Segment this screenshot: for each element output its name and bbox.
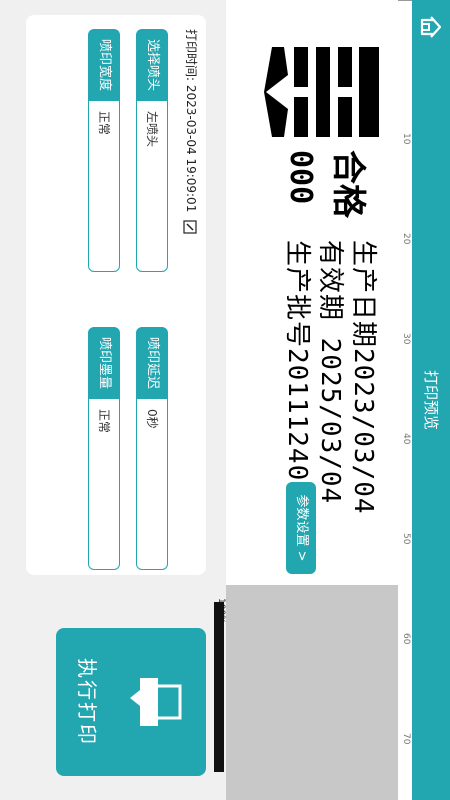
ink-amount-field[interactable]: 喷印墨量 正常	[88, 327, 120, 570]
dot-text-bottom: 000	[283, 150, 318, 205]
settings-panel: 打印时间: 2023-03-04 19:09:01 选择喷头 左喷头 喷印宽度 …	[26, 15, 206, 575]
ruler-mark: 50	[401, 533, 411, 545]
ruler-mark: 60	[401, 633, 411, 645]
print-line-production-date: 生产日期2023/03/04	[348, 240, 378, 515]
ink-level-bar	[214, 602, 224, 772]
select-nozzle-label: 选择喷头	[136, 29, 168, 101]
top-bar: 打印预览	[412, 0, 450, 800]
print-time-label: 打印时间:	[184, 29, 198, 82]
ink-amount-label: 喷印墨量	[88, 327, 120, 399]
print-preview: 10 20 30 40 50 60 70 合格 000 生产日期2023/03/…	[226, 0, 412, 800]
ink-amount-value[interactable]: 正常	[88, 399, 120, 570]
ruler-mark: 30	[401, 333, 411, 345]
execute-print-label: 执行打印	[75, 658, 99, 746]
print-line-batch: 生产批号20111240​89	[282, 240, 312, 515]
ruler-mark: 40	[401, 433, 411, 445]
print-width-value[interactable]: 正常	[88, 101, 120, 272]
print-width-label: 喷印宽度	[88, 29, 120, 101]
edit-icon[interactable]	[183, 220, 198, 234]
company-logo	[264, 47, 379, 137]
print-time-row[interactable]: 打印时间: 2023-03-04 19:09:01	[183, 29, 200, 234]
print-delay-value[interactable]: 0秒	[136, 399, 168, 570]
page-title: 打印预览	[422, 369, 440, 430]
rotated-screen: 打印预览 10 20 30 40 50 60 70 合格 000 生产日期202…	[0, 0, 450, 800]
unprinted-area	[226, 585, 398, 800]
ruler-mark: 20	[401, 233, 411, 245]
ruler-mark: 70	[401, 733, 411, 745]
print-delay-label: 喷印延迟	[136, 327, 168, 399]
print-line-expiry: 有效期 2025/03/04	[315, 240, 345, 505]
print-width-field[interactable]: 喷印宽度 正常	[88, 29, 120, 309]
execute-print-button[interactable]: 执行打印	[56, 628, 206, 776]
print-time-value: 2023-03-04 19:09:01	[184, 84, 198, 213]
select-nozzle-value[interactable]: 左喷头	[136, 101, 168, 272]
parameter-settings-button[interactable]: 参数设置 >	[286, 482, 316, 574]
print-delay-field[interactable]: 喷印延迟 0秒	[136, 327, 168, 570]
dot-text-top: 合格	[328, 150, 368, 218]
ruler: 10 20 30 40 50 60 70	[397, 0, 412, 800]
select-nozzle-field[interactable]: 选择喷头 左喷头	[136, 29, 168, 309]
ruler-mark: 10	[401, 133, 411, 145]
printer-icon	[130, 678, 182, 726]
